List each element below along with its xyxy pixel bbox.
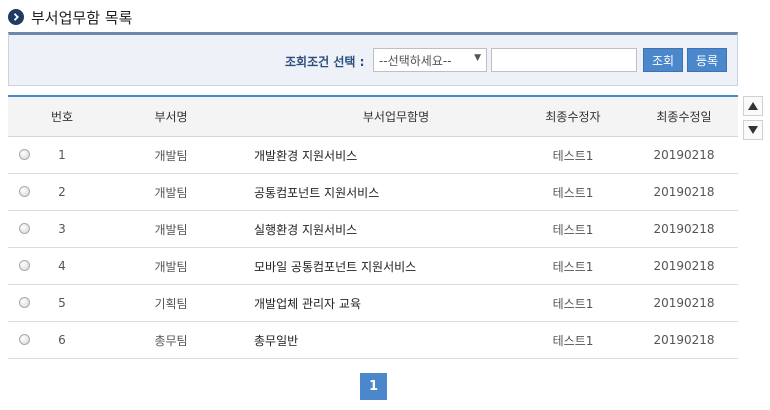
header-no: 번호 [50,110,74,124]
table-row[interactable]: 3 개발팀 실행환경 지원서비스 테스트1 20190218 [8,211,738,248]
register-button[interactable]: 등록 [687,48,727,72]
page-title: 부서업무함 목록 [31,8,133,27]
row-date: 20190218 [653,185,715,199]
triangle-down-icon [748,126,758,134]
row-task: 개발업체 관리자 교육 [254,296,361,311]
header-date: 최종수정일 [656,110,712,124]
row-task: 개발환경 지원서비스 [254,148,358,163]
row-no: 1 [58,148,66,162]
triangle-down-icon: ▼ [474,53,481,63]
row-radio[interactable] [19,149,30,160]
row-no: 2 [58,185,66,199]
row-radio[interactable] [19,260,30,271]
row-date: 20190218 [653,222,715,236]
table-row[interactable]: 4 개발팀 모바일 공통컴포넌트 지원서비스 테스트1 20190218 [8,248,738,285]
table-row[interactable]: 1 개발팀 개발환경 지원서비스 테스트1 20190218 [8,137,738,174]
row-task: 공통컴포넌트 지원서비스 [254,185,380,200]
row-dept: 개발팀 [154,259,188,274]
scroll-up-button[interactable] [743,96,763,116]
row-date: 20190218 [653,333,715,347]
search-condition-label: 조회조건 선택 : [285,55,365,69]
row-task: 실행환경 지원서비스 [254,222,358,237]
search-button[interactable]: 조회 [643,48,683,72]
triangle-up-icon [748,102,758,110]
row-task: 총무일반 [254,333,299,348]
row-modifier: 테스트1 [552,259,594,274]
header-task: 부서업무함명 [362,110,430,124]
chevron-right-circle-icon [8,9,24,25]
search-condition-selected-value: --선택하세요-- [379,53,452,68]
row-modifier: 테스트1 [552,185,594,200]
table-row[interactable]: 5 기획팀 개발업체 관리자 교육 테스트1 20190218 [8,285,738,322]
header-dept: 부서명 [154,110,188,124]
table-header: 번호 부서명 부서업무함명 최종수정자 최종수정일 [8,97,738,137]
table-row[interactable]: 2 개발팀 공통컴포넌트 지원서비스 테스트1 20190218 [8,174,738,211]
row-radio[interactable] [19,186,30,197]
row-task: 모바일 공통컴포넌트 지원서비스 [254,259,417,274]
row-date: 20190218 [653,148,715,162]
row-date: 20190218 [653,296,715,310]
row-modifier: 테스트1 [552,222,594,237]
row-modifier: 테스트1 [552,296,594,311]
search-condition-select[interactable]: --선택하세요-- ▼ [373,48,487,72]
row-no: 4 [58,259,66,273]
row-dept: 개발팀 [154,222,188,237]
header-modifier: 최종수정자 [545,110,601,124]
search-input[interactable] [491,48,637,72]
row-dept: 총무팀 [154,333,188,348]
row-no: 5 [58,296,66,310]
row-radio[interactable] [19,223,30,234]
dept-task-table: 번호 부서명 부서업무함명 최종수정자 최종수정일 1 개발팀 개발환경 지원서… [8,95,738,359]
row-no: 6 [58,333,66,347]
row-no: 3 [58,222,66,236]
row-modifier: 테스트1 [552,333,594,348]
row-modifier: 테스트1 [552,148,594,163]
table-row[interactable]: 6 총무팀 총무일반 테스트1 20190218 [8,322,738,359]
row-radio[interactable] [19,334,30,345]
row-dept: 기획팀 [154,296,188,311]
row-dept: 개발팀 [154,185,188,200]
row-dept: 개발팀 [154,148,188,163]
search-panel: 조회조건 선택 : --선택하세요-- ▼ 조회 등록 [8,32,738,86]
row-radio[interactable] [19,297,30,308]
pagination-current-page[interactable]: 1 [360,373,387,400]
row-date: 20190218 [653,259,715,273]
scroll-down-button[interactable] [743,120,763,140]
page-title-bar: 부서업무함 목록 [8,6,132,28]
